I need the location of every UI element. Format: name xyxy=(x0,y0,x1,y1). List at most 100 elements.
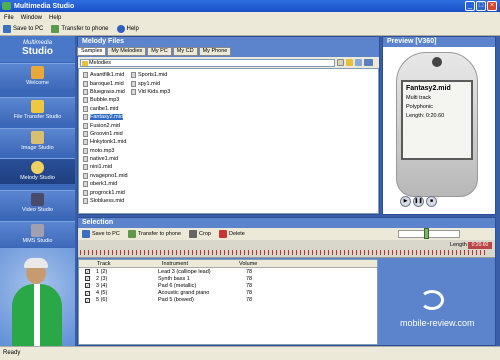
file-item[interactable]: caribe1.mid xyxy=(83,105,128,113)
track-checkbox[interactable]: ✓ xyxy=(85,269,90,275)
track-checkbox[interactable]: ✓ xyxy=(85,276,90,282)
music-file-icon xyxy=(83,114,88,121)
file-item[interactable]: moto.mp3 xyxy=(83,147,128,155)
tab-my-pc[interactable]: My PC xyxy=(147,47,172,56)
new-folder-icon[interactable] xyxy=(355,59,362,66)
stop-button[interactable]: ■ xyxy=(426,196,437,207)
music-file-icon xyxy=(83,88,88,95)
file-item[interactable]: spy1.mid xyxy=(131,79,170,87)
table-row[interactable]: ✓ 2 (3) Synth bass 1 78 xyxy=(79,275,377,282)
folder-path-select[interactable]: Melodies xyxy=(80,58,335,67)
track-checkbox[interactable]: ✓ xyxy=(85,290,90,296)
table-row[interactable]: ✓ 4 (5) Acoustic grand piano 78 xyxy=(79,290,377,297)
music-file-icon xyxy=(83,189,88,196)
track-volume: 78 xyxy=(246,275,253,282)
pause-button[interactable]: ❚❚ xyxy=(413,196,424,207)
minimize-button[interactable]: _ xyxy=(465,1,475,11)
file-name: Hnkytonk1.mid xyxy=(90,139,127,146)
maximize-button[interactable]: □ xyxy=(476,1,486,11)
sidebar-item-image[interactable]: Image Studio xyxy=(0,128,75,154)
tab-my-phone[interactable]: My Phone xyxy=(198,47,232,56)
phone-screen: Fantasy2.mid Multi track Polyphonic Leng… xyxy=(401,80,473,160)
file-item[interactable]: Bubble.mp3 xyxy=(83,96,128,104)
player-controls: ▶ ❚❚ ■ xyxy=(400,196,450,209)
music-file-icon xyxy=(83,80,88,87)
file-column-2: Sports1.mid spy1.mid Vid Kids.mp3 xyxy=(131,71,170,96)
crop-button[interactable]: Crop xyxy=(189,230,211,238)
view-menu-icon[interactable] xyxy=(364,59,373,66)
file-item[interactable]: Avantfilk1.mid xyxy=(83,71,128,79)
phone-icon xyxy=(51,25,60,33)
file-name: Fusion2.mid xyxy=(90,122,120,129)
table-row[interactable]: ✓ 1 (2) Lead 3 (calliope lead) 78 xyxy=(79,268,377,275)
sidebar-item-mms[interactable]: MMS Studio xyxy=(0,221,75,247)
transfer-to-phone-button[interactable]: Transfer to phone xyxy=(51,25,109,33)
folder-up-icon[interactable] xyxy=(346,59,353,66)
file-item[interactable]: Groovin1.mid xyxy=(83,130,128,138)
tab-samples[interactable]: Samples xyxy=(77,47,107,56)
file-item[interactable]: native1.mid xyxy=(83,155,128,163)
sidebar-item-file-transfer[interactable]: File Transfer Studio xyxy=(0,97,75,123)
menu-window[interactable]: Window xyxy=(21,15,42,21)
length-label: Length xyxy=(450,242,467,248)
tab-my-melodies[interactable]: My Melodies xyxy=(107,47,147,56)
crop-label: Crop xyxy=(199,231,211,237)
track-track: 2 (3) xyxy=(96,275,108,282)
music-file-icon xyxy=(83,181,88,188)
track-checkbox[interactable]: ✓ xyxy=(85,283,90,289)
file-item[interactable]: Hnkytonk1.mid xyxy=(83,138,128,146)
file-item[interactable]: Fusion2.mid xyxy=(83,121,128,129)
phone-logo-icon xyxy=(432,57,442,67)
help-label: Help xyxy=(126,26,139,32)
file-name: nini1.mid xyxy=(90,164,113,171)
help-button[interactable]: Help xyxy=(116,25,139,33)
sidebar-item-label: Video Studio xyxy=(21,207,54,213)
sidebar-item-melody[interactable]: Melody Studio xyxy=(0,158,75,184)
file-item[interactable]: Slobluess.mid xyxy=(83,197,128,205)
track-volume: 78 xyxy=(246,290,253,297)
file-item[interactable]: Fantasy2.mid xyxy=(83,113,128,121)
file-item[interactable]: Sports1.mid xyxy=(131,71,170,79)
file-item[interactable]: progrock1.mid xyxy=(83,188,128,196)
table-row[interactable]: ✓ 5 (6) Pad 5 (bowed) 78 xyxy=(79,297,377,304)
menu-bar: File Window Help xyxy=(0,12,500,23)
table-row[interactable]: ✓ 3 (4) Pad 6 (metallic) 78 xyxy=(79,282,377,289)
menu-file[interactable]: File xyxy=(4,15,14,21)
tab-my-cd[interactable]: My CD xyxy=(172,47,198,56)
sel-transfer-button[interactable]: Transfer to phone xyxy=(127,230,182,238)
image-icon xyxy=(31,131,44,144)
play-button[interactable]: ▶ xyxy=(400,196,411,207)
delete-label: Delete xyxy=(228,231,245,237)
folder-icon xyxy=(31,100,44,113)
delete-button[interactable]: Delete xyxy=(218,230,245,238)
file-item[interactable]: nvagepno1.mid xyxy=(83,172,128,180)
dropdown-icon[interactable] xyxy=(337,59,344,66)
file-item[interactable]: nini1.mid xyxy=(83,163,128,171)
track-instrument: Pad 6 (metallic) xyxy=(158,282,197,289)
sidebar-item-video[interactable]: Video Studio xyxy=(0,190,75,216)
sel-save-to-pc-button[interactable]: Save to PC xyxy=(82,230,120,238)
track-track: 5 (6) xyxy=(96,297,108,304)
close-button[interactable]: × xyxy=(487,1,497,11)
file-item[interactable]: oberk1.mid xyxy=(83,180,128,188)
file-item[interactable]: Vid Kids.mp3 xyxy=(131,88,170,96)
file-item[interactable]: baroque1.mid xyxy=(83,79,128,87)
file-name: moto.mp3 xyxy=(90,147,115,154)
timeline[interactable] xyxy=(78,240,495,258)
zoom-slider-thumb[interactable] xyxy=(424,228,429,239)
music-file-icon xyxy=(83,172,88,179)
file-item[interactable]: Bluegrass.mid xyxy=(83,88,128,96)
sidebar-item-welcome[interactable]: Welcome xyxy=(0,63,75,89)
sel-transfer-label: Transfer to phone xyxy=(137,231,182,237)
music-file-icon xyxy=(131,88,136,95)
status-bar: Ready xyxy=(0,346,500,360)
zoom-slider[interactable] xyxy=(398,230,460,238)
menu-help[interactable]: Help xyxy=(49,15,61,21)
track-instrument: Acoustic grand piano xyxy=(158,290,210,297)
track-table-header: Track Instrument Volume xyxy=(79,260,377,268)
music-file-icon xyxy=(83,130,88,137)
track-checkbox[interactable]: ✓ xyxy=(85,297,90,303)
file-name: Bluegrass.mid xyxy=(90,88,125,95)
save-to-pc-button[interactable]: Save to PC xyxy=(3,25,43,33)
mascot-hat xyxy=(24,258,48,268)
